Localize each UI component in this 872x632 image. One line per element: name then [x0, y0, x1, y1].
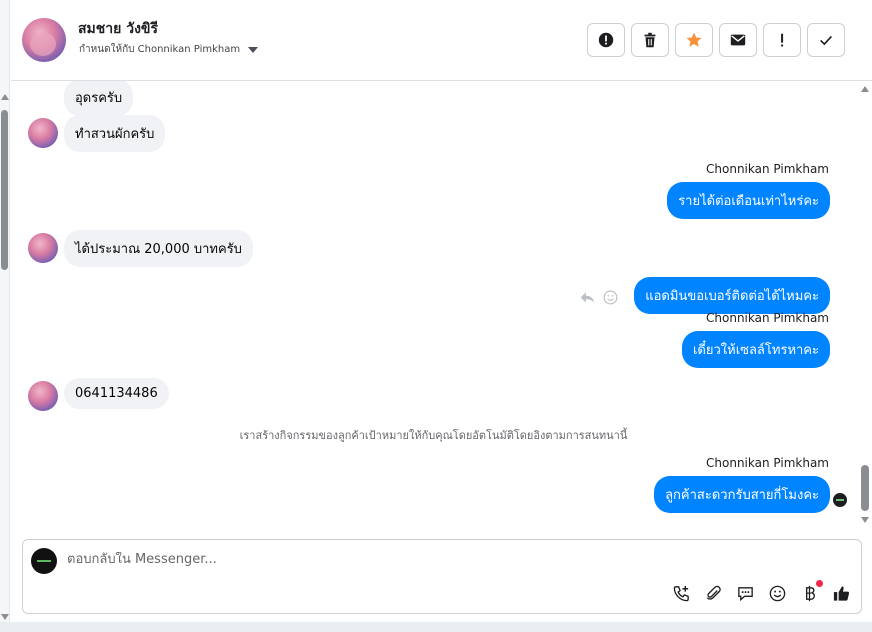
- trash-icon: [644, 32, 656, 48]
- sender-name: Chonnikan Pimkham: [706, 162, 829, 176]
- call-button[interactable]: [671, 583, 691, 603]
- outgoing-message[interactable]: แอดมินขอเบอร์ติดต่อได้ไหมคะ: [634, 277, 830, 314]
- header-actions: [587, 23, 845, 57]
- assignee-label: กำหนดให้กับ Chonnikan Pimkham: [79, 44, 241, 55]
- mark-unread-button[interactable]: [719, 23, 757, 57]
- saved-reply-icon: [737, 586, 753, 601]
- contact-avatar[interactable]: [22, 18, 66, 62]
- contact-avatar-small: [28, 381, 58, 411]
- thread-scrollbar[interactable]: [858, 81, 872, 527]
- scroll-down-arrow[interactable]: [1, 614, 9, 620]
- message-thread: อุดรครับ ทำสวนผักครับ Chonnikan Pimkham …: [11, 81, 856, 527]
- outgoing-message[interactable]: รายได้ต่อเดือนเท่าไหร่คะ: [667, 182, 830, 219]
- outgoing-message[interactable]: ลูกค้าสะดวกรับสายกี่โมงคะ: [654, 476, 830, 513]
- star-button[interactable]: [675, 23, 713, 57]
- like-button[interactable]: [831, 583, 851, 603]
- alert-circle-icon: [598, 32, 614, 48]
- incoming-message[interactable]: ทำสวนผักครับ: [64, 115, 166, 152]
- contact-name[interactable]: สมชาย วังขิรี: [78, 18, 158, 40]
- spam-button[interactable]: [587, 23, 625, 57]
- envelope-icon: [730, 34, 746, 46]
- baht-icon: [805, 585, 815, 601]
- thumbs-up-icon: [833, 585, 849, 601]
- chevron-down-icon: [248, 46, 259, 53]
- scroll-down-arrow[interactable]: [861, 517, 869, 523]
- exclamation-icon: [781, 33, 784, 47]
- check-icon: [820, 35, 832, 46]
- react-emoji-icon[interactable]: [602, 289, 619, 306]
- emoji-icon: [769, 585, 785, 601]
- emoji-button[interactable]: [767, 583, 787, 603]
- seen-indicator-avatar: [833, 493, 847, 507]
- notification-dot: [816, 580, 823, 587]
- reply-icon[interactable]: [579, 289, 596, 306]
- follow-up-button[interactable]: [763, 23, 801, 57]
- sender-name: Chonnikan Pimkham: [706, 456, 829, 470]
- scroll-up-arrow[interactable]: [1, 94, 9, 100]
- payment-button[interactable]: [799, 580, 823, 603]
- incoming-message[interactable]: อุดรครับ: [64, 81, 134, 116]
- incoming-message[interactable]: ได้ประมาณ 20,000 บาทครับ: [64, 230, 253, 267]
- delete-button[interactable]: [631, 23, 669, 57]
- page-scrollbar[interactable]: [0, 0, 10, 632]
- conversation-header: สมชาย วังขิรี กำหนดให้กับ Chonnikan Pimk…: [11, 0, 872, 81]
- contact-avatar-small: [28, 118, 58, 148]
- scroll-thumb[interactable]: [1, 110, 8, 270]
- system-activity-note: เราสร้างกิจกรรมของลูกค้าเป้าหมายให้กับคุ…: [239, 429, 628, 442]
- done-button[interactable]: [807, 23, 845, 57]
- incoming-message[interactable]: 0641134486: [64, 378, 169, 409]
- reply-input[interactable]: [67, 552, 667, 567]
- reply-composer: [22, 539, 862, 614]
- message-hover-actions: [579, 289, 619, 306]
- bottom-bar: [0, 622, 872, 632]
- scroll-thumb[interactable]: [861, 465, 869, 511]
- sender-name: Chonnikan Pimkham: [706, 311, 829, 325]
- saved-replies-button[interactable]: [735, 583, 755, 603]
- scroll-up-arrow[interactable]: [861, 86, 869, 92]
- composer-tools: [671, 580, 851, 603]
- attach-button[interactable]: [703, 583, 723, 603]
- assignee-selector[interactable]: กำหนดให้กับ Chonnikan Pimkham: [79, 42, 259, 57]
- star-icon: [686, 32, 702, 47]
- messenger-conversation: สมชาย วังขิรี กำหนดให้กับ Chonnikan Pimk…: [0, 0, 872, 632]
- outgoing-message[interactable]: เดี๋ยวให้เซลล์โทรหาคะ: [681, 331, 830, 368]
- phone-plus-icon: [673, 585, 689, 601]
- paperclip-icon: [706, 585, 721, 600]
- page-avatar: [31, 548, 57, 574]
- contact-avatar-small: [28, 233, 58, 263]
